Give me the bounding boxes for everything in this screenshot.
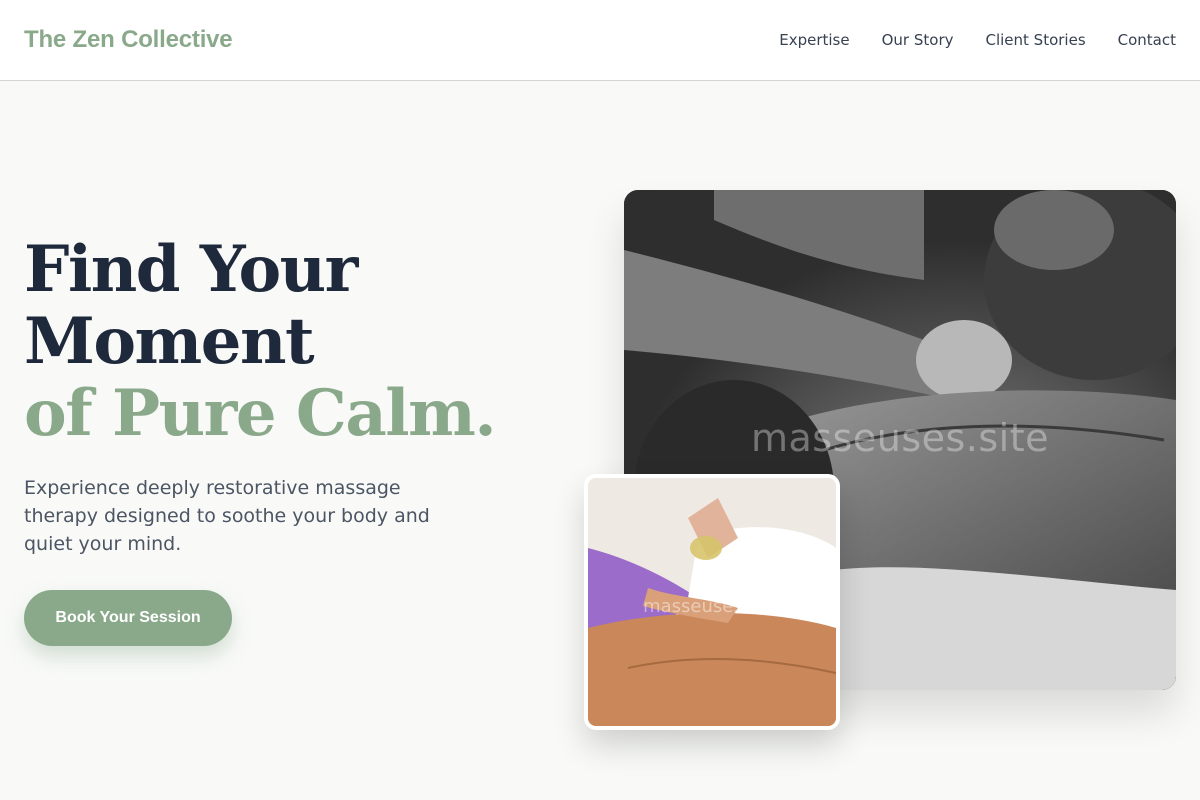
hero-subtitle: Experience deeply restorative massage th… <box>24 477 430 555</box>
secondary-photo-watermark: masseuses.site <box>643 596 781 617</box>
brand-logo[interactable]: The Zen Collective <box>24 24 233 56</box>
hero-title-line-1: Find Your <box>24 232 358 307</box>
hero-title-line-2: Moment <box>24 304 315 379</box>
hero-title: Find Your Moment of Pure Calm. <box>24 234 584 450</box>
hero-title-line-3: of Pure Calm. <box>24 376 497 451</box>
site-header: The Zen Collective Expertise Our Story C… <box>0 0 1200 81</box>
nav-link-client-stories[interactable]: Client Stories <box>985 30 1085 50</box>
book-session-button[interactable]: Book Your Session <box>24 590 232 646</box>
hero-secondary-photo: masseuses.site <box>584 474 840 730</box>
main-nav: Expertise Our Story Client Stories Conta… <box>779 30 1176 50</box>
nav-link-our-story[interactable]: Our Story <box>882 30 954 50</box>
nav-link-contact[interactable]: Contact <box>1118 30 1176 50</box>
main-photo-watermark: masseuses.site <box>750 416 1050 460</box>
nav-link-expertise[interactable]: Expertise <box>779 30 849 50</box>
